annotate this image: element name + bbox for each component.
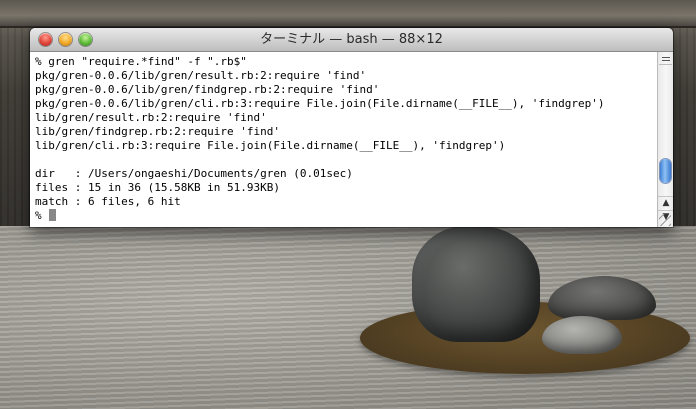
terminal-line: % gren "require.*find" -f ".rb$" [35,55,247,68]
terminal-line: lib/gren/cli.rb:3:require File.join(File… [35,139,506,152]
title-bar[interactable]: ターミナル — bash — 88×12 [30,28,673,52]
terminal-line: match : 6 files, 6 hit [35,195,181,208]
minimize-icon[interactable] [59,33,72,46]
prompt-symbol: % [35,209,42,222]
terminal-content[interactable]: % gren "require.*find" -f ".rb$" pkg/gre… [30,52,657,227]
terminal-line: files : 15 in 36 (15.58KB in 51.93KB) [35,181,281,194]
terminal-line: pkg/gren-0.0.6/lib/gren/findgrep.rb:2:re… [35,83,380,96]
large-rock [412,226,540,342]
scroll-thumb[interactable] [660,159,671,183]
zoom-icon[interactable] [79,33,92,46]
vertical-scrollbar[interactable]: ▲ ▼ [657,52,673,227]
window-title: ターミナル — bash — 88×12 [260,32,443,47]
wall-beam [0,0,696,28]
terminal-line: lib/gren/result.rb:2:require 'find' [35,111,267,124]
close-icon[interactable] [39,33,52,46]
terminal-line: pkg/gren-0.0.6/lib/gren/result.rb:2:requ… [35,69,367,82]
terminal-line: pkg/gren-0.0.6/lib/gren/cli.rb:3:require… [35,97,605,110]
terminal-window: ターミナル — bash — 88×12 % gren "require.*fi… [30,28,673,227]
text-cursor [49,209,57,221]
terminal-line: lib/gren/findgrep.rb:2:require 'find' [35,125,281,138]
small-rock [542,316,622,354]
resize-grip-icon[interactable] [659,214,671,226]
scroll-up-icon[interactable]: ▲ [658,196,673,210]
terminal-line: dir : /Users/ongaeshi/Documents/gren (0.… [35,167,353,180]
split-pane-icon[interactable] [659,53,672,65]
prompt-line[interactable]: % [35,209,57,223]
